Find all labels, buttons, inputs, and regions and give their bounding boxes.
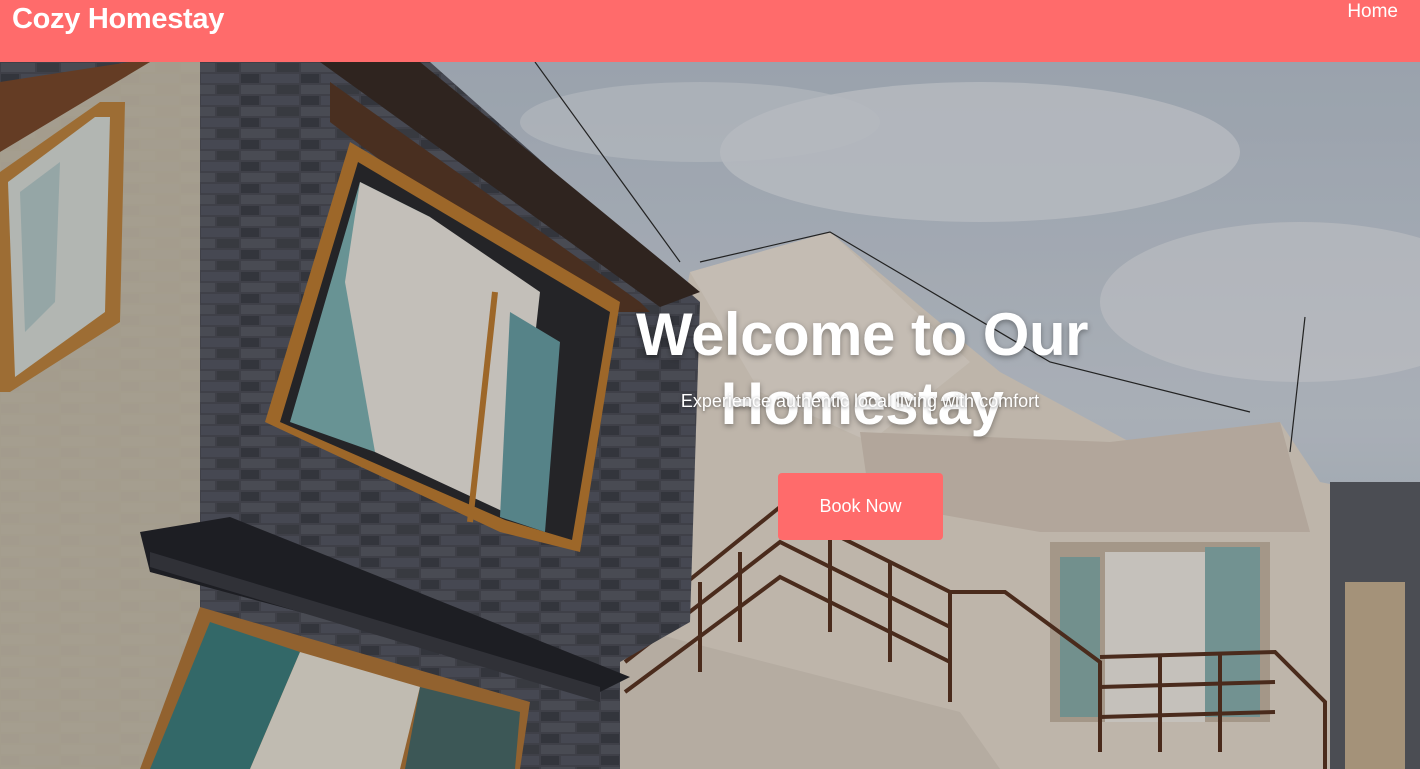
- hero-subtitle: Experience authentic local living with c…: [680, 391, 1040, 411]
- hero-section: Welcome to Our Homestay Experience authe…: [0, 62, 1420, 769]
- hero-title: Welcome to Our Homestay: [636, 301, 1088, 437]
- hero-content: Welcome to Our Homestay Experience authe…: [0, 62, 1420, 769]
- top-navbar: Cozy Homestay Home: [0, 0, 1420, 62]
- nav-link-home[interactable]: Home: [1347, 1, 1398, 23]
- book-now-button[interactable]: Book Now: [778, 473, 943, 540]
- brand-logo-text[interactable]: Cozy Homestay: [12, 3, 224, 36]
